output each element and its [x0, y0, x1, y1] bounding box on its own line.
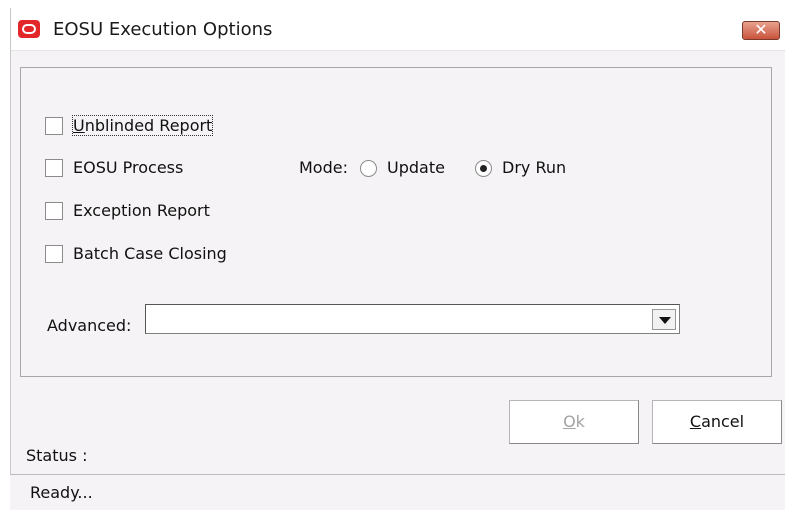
- window-title: EOSU Execution Options: [53, 19, 273, 40]
- batch-case-closing-label: Batch Case Closing: [73, 244, 227, 263]
- close-icon: ✕: [754, 20, 768, 39]
- oracle-app-icon: [18, 20, 40, 38]
- ok-button[interactable]: Ok: [509, 400, 639, 444]
- close-button[interactable]: ✕: [742, 20, 780, 40]
- advanced-dropdown[interactable]: [145, 304, 680, 334]
- update-radio[interactable]: [360, 160, 377, 177]
- status-label: Status :: [26, 446, 88, 465]
- status-text: Ready...: [30, 483, 93, 502]
- eosu-process-checkbox[interactable]: [45, 159, 63, 177]
- advanced-label: Advanced:: [47, 316, 132, 335]
- update-label: Update: [387, 158, 445, 177]
- eosu-process-label: EOSU Process: [73, 158, 184, 177]
- batch-case-closing-checkbox[interactable]: [45, 245, 63, 263]
- status-bar: Ready...: [10, 474, 785, 510]
- exception-report-checkbox[interactable]: [45, 202, 63, 220]
- dry-run-label: Dry Run: [502, 158, 567, 177]
- mode-label: Mode:: [299, 158, 348, 177]
- title-bar: EOSU Execution Options ✕: [11, 8, 785, 51]
- dry-run-radio[interactable]: [475, 160, 492, 177]
- exception-report-label: Exception Report: [73, 201, 210, 220]
- cancel-button[interactable]: Cancel: [652, 400, 782, 444]
- chevron-down-icon[interactable]: [652, 309, 676, 330]
- unblinded-report-checkbox[interactable]: [45, 117, 63, 135]
- unblinded-report-label: Unblinded Report: [71, 115, 214, 136]
